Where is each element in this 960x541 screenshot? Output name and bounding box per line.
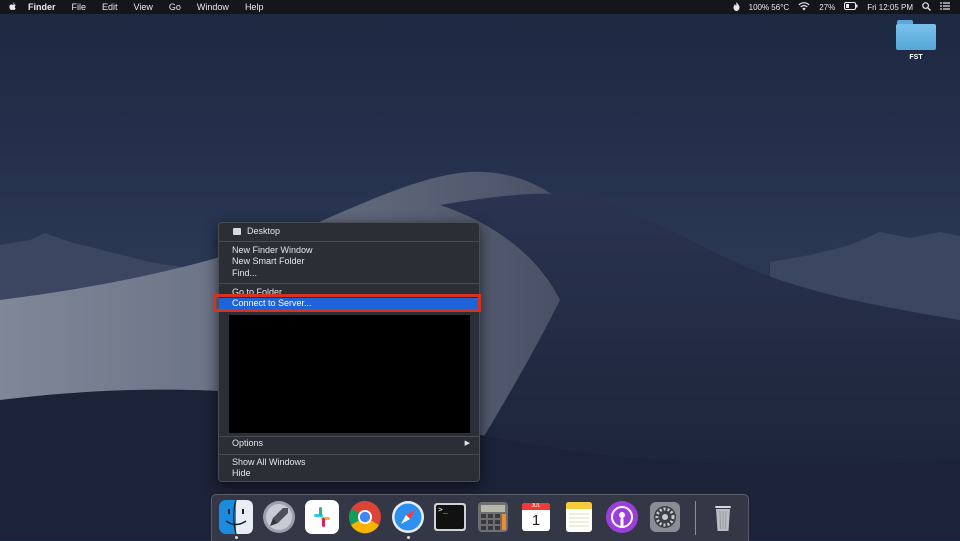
menu-item-label: New Smart Folder — [232, 256, 305, 266]
podcasts-dock-icon[interactable] — [605, 500, 639, 534]
status-area: 100% 56°C 27% Fri 12:05 PM — [733, 1, 960, 13]
menu-item-find[interactable]: Find... — [219, 268, 479, 279]
menu-item-label: Hide — [232, 468, 251, 478]
chrome-dock-icon[interactable] — [348, 500, 382, 534]
menu-separator — [219, 436, 479, 437]
temperature-readout[interactable]: 100% 56°C — [749, 3, 790, 12]
slack-dock-icon[interactable] — [305, 500, 339, 534]
menu-item-label: Show All Windows — [232, 457, 306, 467]
menu-item-options[interactable]: Options ▶ — [219, 438, 479, 449]
apple-menu-icon[interactable] — [0, 1, 26, 13]
running-indicator — [235, 536, 238, 539]
menu-item-label: Find... — [232, 268, 258, 278]
menu-go[interactable]: Go — [161, 0, 189, 14]
flame-icon[interactable] — [733, 1, 740, 13]
menu-window[interactable]: Window — [189, 0, 237, 14]
terminal-dock-icon[interactable]: >_ — [433, 500, 467, 534]
submenu-arrow-icon: ▶ — [464, 440, 470, 447]
annotation-highlight-box — [213, 294, 481, 312]
system-preferences-dock-icon[interactable] — [648, 500, 682, 534]
dock-context-menu: Desktop New Finder Window New Smart Fold… — [218, 222, 480, 482]
menu-separator — [219, 283, 479, 284]
menu-item-new-finder-window[interactable]: New Finder Window — [219, 245, 479, 256]
menu-item-hide[interactable]: Hide — [219, 468, 479, 479]
wallpaper-dunes — [0, 0, 960, 540]
spotlight-search-icon[interactable] — [922, 1, 931, 13]
calendar-dock-icon[interactable]: JUL 1 — [519, 500, 553, 534]
menu-item-desktop[interactable]: Desktop — [219, 226, 479, 237]
calendar-month: JUL — [531, 503, 541, 509]
menu-separator — [219, 454, 479, 455]
running-indicator — [407, 536, 410, 539]
calculator-dock-icon[interactable] — [476, 500, 510, 534]
menu-file[interactable]: File — [64, 0, 95, 14]
terminal-prompt: >_ — [438, 505, 448, 514]
calendar-day: 1 — [531, 512, 541, 529]
launchpad-dock-icon[interactable] — [262, 500, 296, 534]
menu-clock[interactable]: Fri 12:05 PM — [867, 3, 913, 12]
notification-center-icon[interactable] — [940, 2, 950, 12]
menu-item-show-all-windows[interactable]: Show All Windows — [219, 457, 479, 468]
window-icon — [233, 228, 241, 235]
trash-dock-icon[interactable] — [706, 500, 740, 534]
dock-divider — [695, 501, 696, 535]
folder-label: FST — [909, 54, 923, 61]
menu-view[interactable]: View — [126, 0, 161, 14]
notes-dock-icon[interactable] — [562, 500, 596, 534]
wifi-icon[interactable] — [798, 1, 810, 13]
folder-icon — [896, 20, 936, 50]
desktop-wallpaper — [0, 0, 960, 540]
menu-bar: Finder File Edit View Go Window Help 100… — [0, 0, 960, 14]
menu-item-label: Desktop — [247, 226, 281, 236]
dock: >_ JUL 1 — [211, 494, 749, 541]
desktop-folder-fst[interactable]: FST — [893, 20, 939, 61]
menu-edit[interactable]: Edit — [94, 0, 126, 14]
menu-item-new-smart-folder[interactable]: New Smart Folder — [219, 256, 479, 267]
battery-percent[interactable]: 27% — [819, 3, 835, 12]
menu-item-label: Options — [232, 438, 264, 448]
menu-separator — [219, 241, 479, 242]
finder-dock-icon[interactable] — [219, 499, 253, 535]
menu-help[interactable]: Help — [237, 0, 272, 14]
menu-finder[interactable]: Finder — [26, 0, 64, 14]
window-preview — [229, 315, 470, 433]
menu-item-label: New Finder Window — [232, 245, 313, 255]
battery-icon[interactable] — [844, 2, 858, 12]
safari-dock-icon[interactable] — [391, 500, 425, 534]
